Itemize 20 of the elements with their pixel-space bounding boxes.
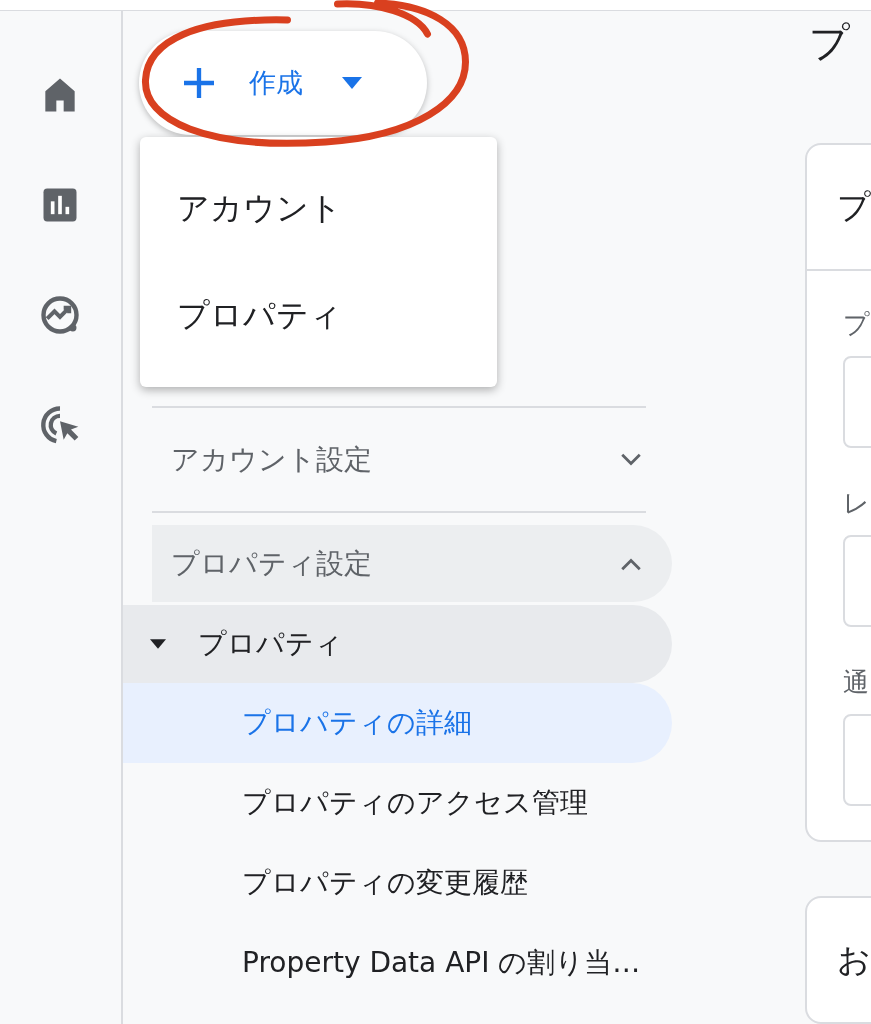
field-label: プ xyxy=(843,308,871,341)
field-label: レ xyxy=(843,487,871,520)
field-label: 通 xyxy=(843,666,870,699)
create-button[interactable]: 作成 xyxy=(139,31,427,135)
caret-icon xyxy=(341,77,363,89)
menu-item[interactable]: プロパティ xyxy=(140,262,497,369)
nav-item[interactable]: プロパティの変更履歴 xyxy=(123,843,672,923)
page-title: プ xyxy=(808,18,851,67)
nav-item[interactable]: プロパティの詳細 xyxy=(123,683,672,763)
nav-group-item[interactable]: プロパティ xyxy=(123,605,672,683)
caret-icon xyxy=(150,639,166,649)
card-title: お xyxy=(837,938,871,981)
nav-item[interactable]: プロパティのアクセス管理 xyxy=(123,763,672,843)
section-header[interactable]: アカウント設定 xyxy=(152,408,672,511)
section-header[interactable]: プロパティ設定 xyxy=(152,525,672,602)
menu-item[interactable]: アカウント xyxy=(140,155,497,262)
chevron-icon xyxy=(620,452,642,467)
card-title: プ xyxy=(837,185,871,228)
nav-item[interactable]: Property Data API の割り当… xyxy=(123,923,672,1003)
chevron-icon xyxy=(620,556,642,571)
